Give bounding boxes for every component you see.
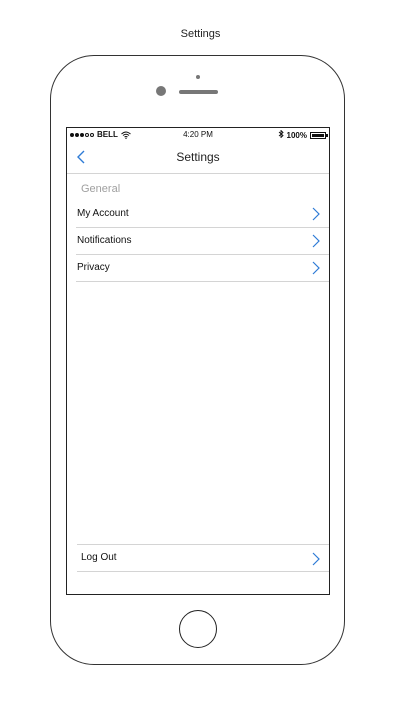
section-header-general: General: [81, 183, 121, 195]
log-out-button[interactable]: Log Out: [77, 544, 329, 572]
phone-frame: BELL 4:20 PM 100% Settings General My Ac…: [50, 55, 345, 665]
navigation-bar: Settings: [67, 142, 329, 174]
chevron-right-icon: [312, 207, 320, 221]
proximity-sensor: [196, 75, 200, 79]
chevron-right-icon: [312, 552, 320, 566]
log-out-label: Log Out: [81, 552, 117, 563]
nav-title: Settings: [176, 150, 220, 164]
front-camera: [156, 86, 166, 96]
chevron-right-icon: [312, 234, 320, 248]
status-bar: BELL 4:20 PM 100%: [67, 128, 329, 142]
home-button[interactable]: [179, 610, 217, 648]
battery-percentage: 100%: [286, 130, 307, 140]
page-caption: Settings: [180, 28, 221, 40]
bluetooth-icon: [278, 129, 284, 140]
page: Settings BELL 4:20 PM 100% Settings Gene…: [0, 0, 401, 709]
status-right: 100%: [278, 129, 328, 140]
list-item-my-account[interactable]: My Account: [76, 201, 329, 228]
phone-screen: BELL 4:20 PM 100% Settings General My Ac…: [66, 127, 330, 595]
list-item-label: Privacy: [77, 262, 110, 273]
list-item-label: My Account: [77, 208, 129, 219]
settings-list: My Account Notifications Privacy: [76, 201, 329, 282]
chevron-right-icon: [312, 261, 320, 275]
list-item-privacy[interactable]: Privacy: [76, 255, 329, 282]
list-item-notifications[interactable]: Notifications: [76, 228, 329, 255]
list-item-label: Notifications: [77, 235, 132, 246]
earpiece-speaker: [179, 90, 218, 94]
battery-icon: [310, 131, 328, 139]
